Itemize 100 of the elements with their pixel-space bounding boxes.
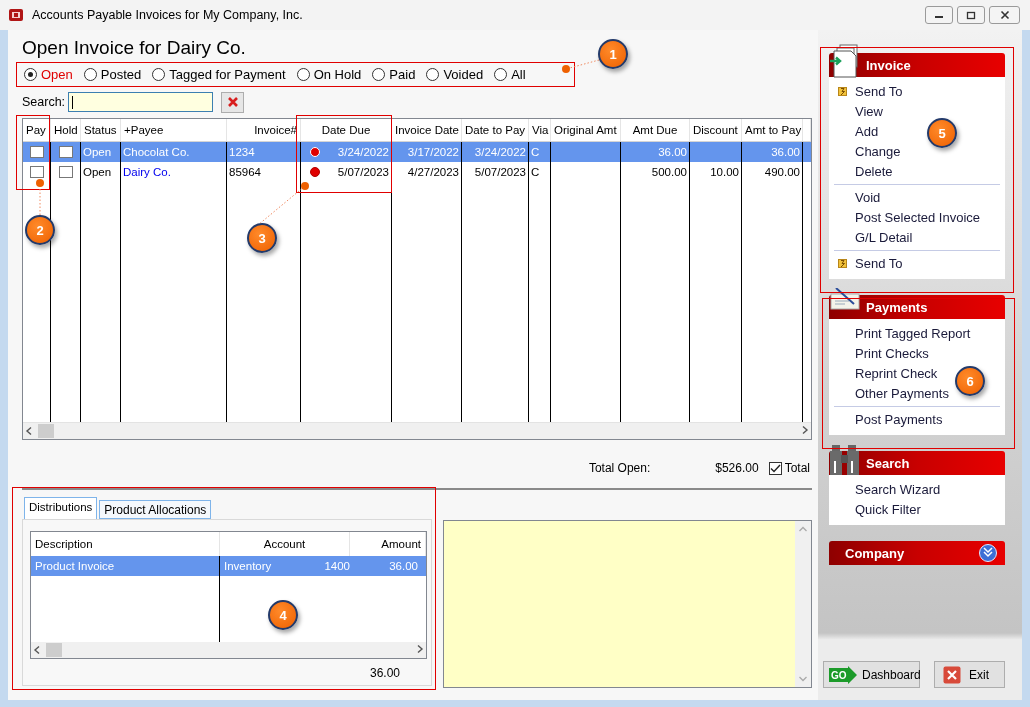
dashboard-button[interactable]: GO Dashboard [823, 661, 920, 688]
menu-item[interactable]: Post Selected Invoice [829, 208, 981, 228]
close-icon [943, 665, 961, 684]
status-dot-icon [310, 167, 320, 177]
table-cell: 3/24/2022 [474, 146, 526, 158]
checkbox-label: Total [784, 461, 810, 475]
window-title: Accounts Payable Invoices for My Company, Inc. [32, 8, 303, 22]
checkbox[interactable] [58, 146, 73, 158]
app-icon [8, 7, 24, 23]
radio-button[interactable]: Posted [83, 66, 142, 82]
column-header[interactable]: Via [529, 119, 551, 141]
search-field[interactable] [68, 92, 214, 112]
column-header[interactable]: +Payee [121, 119, 227, 141]
column-header[interactable]: Amt to Pay [742, 119, 803, 141]
radio-button[interactable]: On Hold [296, 66, 362, 82]
menu-item[interactable]: Change [829, 142, 901, 162]
panel-title: Invoice [866, 57, 911, 73]
table-cell: Inventory [224, 560, 272, 572]
table-cell: 490.00 [764, 166, 800, 178]
status-dot-icon [310, 147, 320, 157]
menu-item[interactable]: Search Wizard [829, 480, 941, 500]
radio-button[interactable]: Tagged for Payment [152, 66, 286, 82]
table-row[interactable]: Open Dairy Co. 85964 5/07/2023 4/27/2023 5/07/2023 C 500.00 10.00 490.00 [23, 162, 811, 182]
scrollbar-thumb[interactable] [38, 424, 54, 438]
table-cell: 36.00 [658, 146, 687, 158]
column-header[interactable]: Discount [690, 119, 742, 141]
menu-item[interactable]: Void [829, 188, 881, 208]
menu-item[interactable]: Print Tagged Report [829, 324, 971, 344]
leader-line [36, 179, 44, 216]
column-header[interactable]: Original Amt [551, 119, 621, 141]
checkbox[interactable] [29, 166, 44, 178]
table-cell: C [531, 146, 540, 158]
send-icon [838, 259, 847, 268]
menu-item[interactable]: Send To [829, 254, 903, 274]
menu-item[interactable]: Add [829, 122, 879, 142]
expand-icon[interactable] [979, 544, 997, 562]
column-header[interactable]: Date Due [301, 119, 392, 141]
text-cursor [72, 95, 74, 109]
go-arrow-icon: GO [829, 665, 857, 684]
horizontal-scrollbar[interactable] [23, 422, 811, 439]
column-header[interactable]: Amt Due [621, 119, 690, 141]
menu-item[interactable]: Post Payments [829, 410, 943, 430]
menu-item[interactable]: Print Checks [829, 344, 929, 364]
tab[interactable]: Product Allocations [99, 500, 212, 519]
radio-button[interactable]: Open [24, 66, 73, 82]
table-cell: 36.00 [771, 146, 800, 158]
checkbox[interactable] [58, 166, 73, 178]
maximize-button[interactable] [957, 6, 985, 24]
column-header[interactable]: Status [81, 119, 121, 141]
exit-button[interactable]: Exit [934, 661, 1005, 688]
close-icon [999, 10, 1010, 20]
panel-title: Search [866, 455, 910, 471]
tab[interactable]: Distributions [24, 497, 98, 519]
table-cell: 10.00 [710, 166, 739, 178]
table-cell: 3/17/2022 [407, 146, 459, 158]
menu-item[interactable]: Reprint Check [829, 364, 938, 384]
menu-item[interactable]: Delete [829, 162, 893, 182]
leader-line [562, 59, 600, 73]
radio-button[interactable]: Voided [426, 66, 484, 82]
table-cell: Chocolat Co. [123, 146, 190, 158]
clear-search-button[interactable] [221, 91, 245, 113]
menu-item[interactable]: Quick Filter [829, 500, 921, 520]
send-icon [838, 87, 847, 96]
checkbox[interactable] [768, 461, 782, 475]
table-cell: Product Invoice [35, 560, 115, 572]
column-header[interactable]: Invoice Date [392, 119, 462, 141]
radio-button[interactable]: Paid [372, 66, 416, 82]
radio-button[interactable]: All [494, 66, 526, 82]
table-cell: C [531, 166, 540, 178]
table-cell: Open [83, 166, 112, 178]
checkbox[interactable] [29, 146, 44, 158]
table-cell: Open [83, 146, 112, 158]
total-amount: 36.00 [369, 666, 400, 680]
menu-item[interactable]: Other Payments [829, 384, 949, 404]
table-cell: 3/24/2022 [337, 146, 389, 158]
column-header[interactable]: Hold [51, 119, 81, 141]
search-label: Search: [22, 95, 66, 109]
column-header[interactable]: Date to Pay [462, 119, 529, 141]
horizontal-scrollbar[interactable] [31, 642, 426, 658]
table-cell: 4/27/2023 [407, 166, 459, 178]
column-header[interactable]: Pay [23, 119, 51, 141]
table-cell: 5/07/2023 [337, 166, 389, 178]
menu-item[interactable]: G/L Detail [829, 228, 913, 248]
notes-field[interactable] [443, 520, 812, 688]
scrollbar-thumb[interactable] [46, 643, 62, 657]
page-heading: Open Invoice for Dairy Co. [22, 36, 246, 60]
close-button[interactable] [989, 6, 1020, 24]
total-amount: $526.00 [715, 461, 759, 475]
panel-title: Company [845, 545, 905, 561]
table-cell: 5/07/2023 [474, 166, 526, 178]
check-icon [830, 288, 862, 312]
menu-item[interactable]: Send To [829, 82, 903, 102]
table-cell: 1234 [229, 146, 255, 158]
menu-item[interactable]: View [829, 102, 883, 122]
table-cell: 85964 [229, 166, 261, 178]
column-header[interactable]: Invoice# [227, 119, 301, 141]
table-cell: 500.00 [651, 166, 687, 178]
minimize-button[interactable] [925, 6, 953, 24]
clear-icon [226, 96, 239, 108]
table-cell: 36.00 [389, 560, 418, 572]
